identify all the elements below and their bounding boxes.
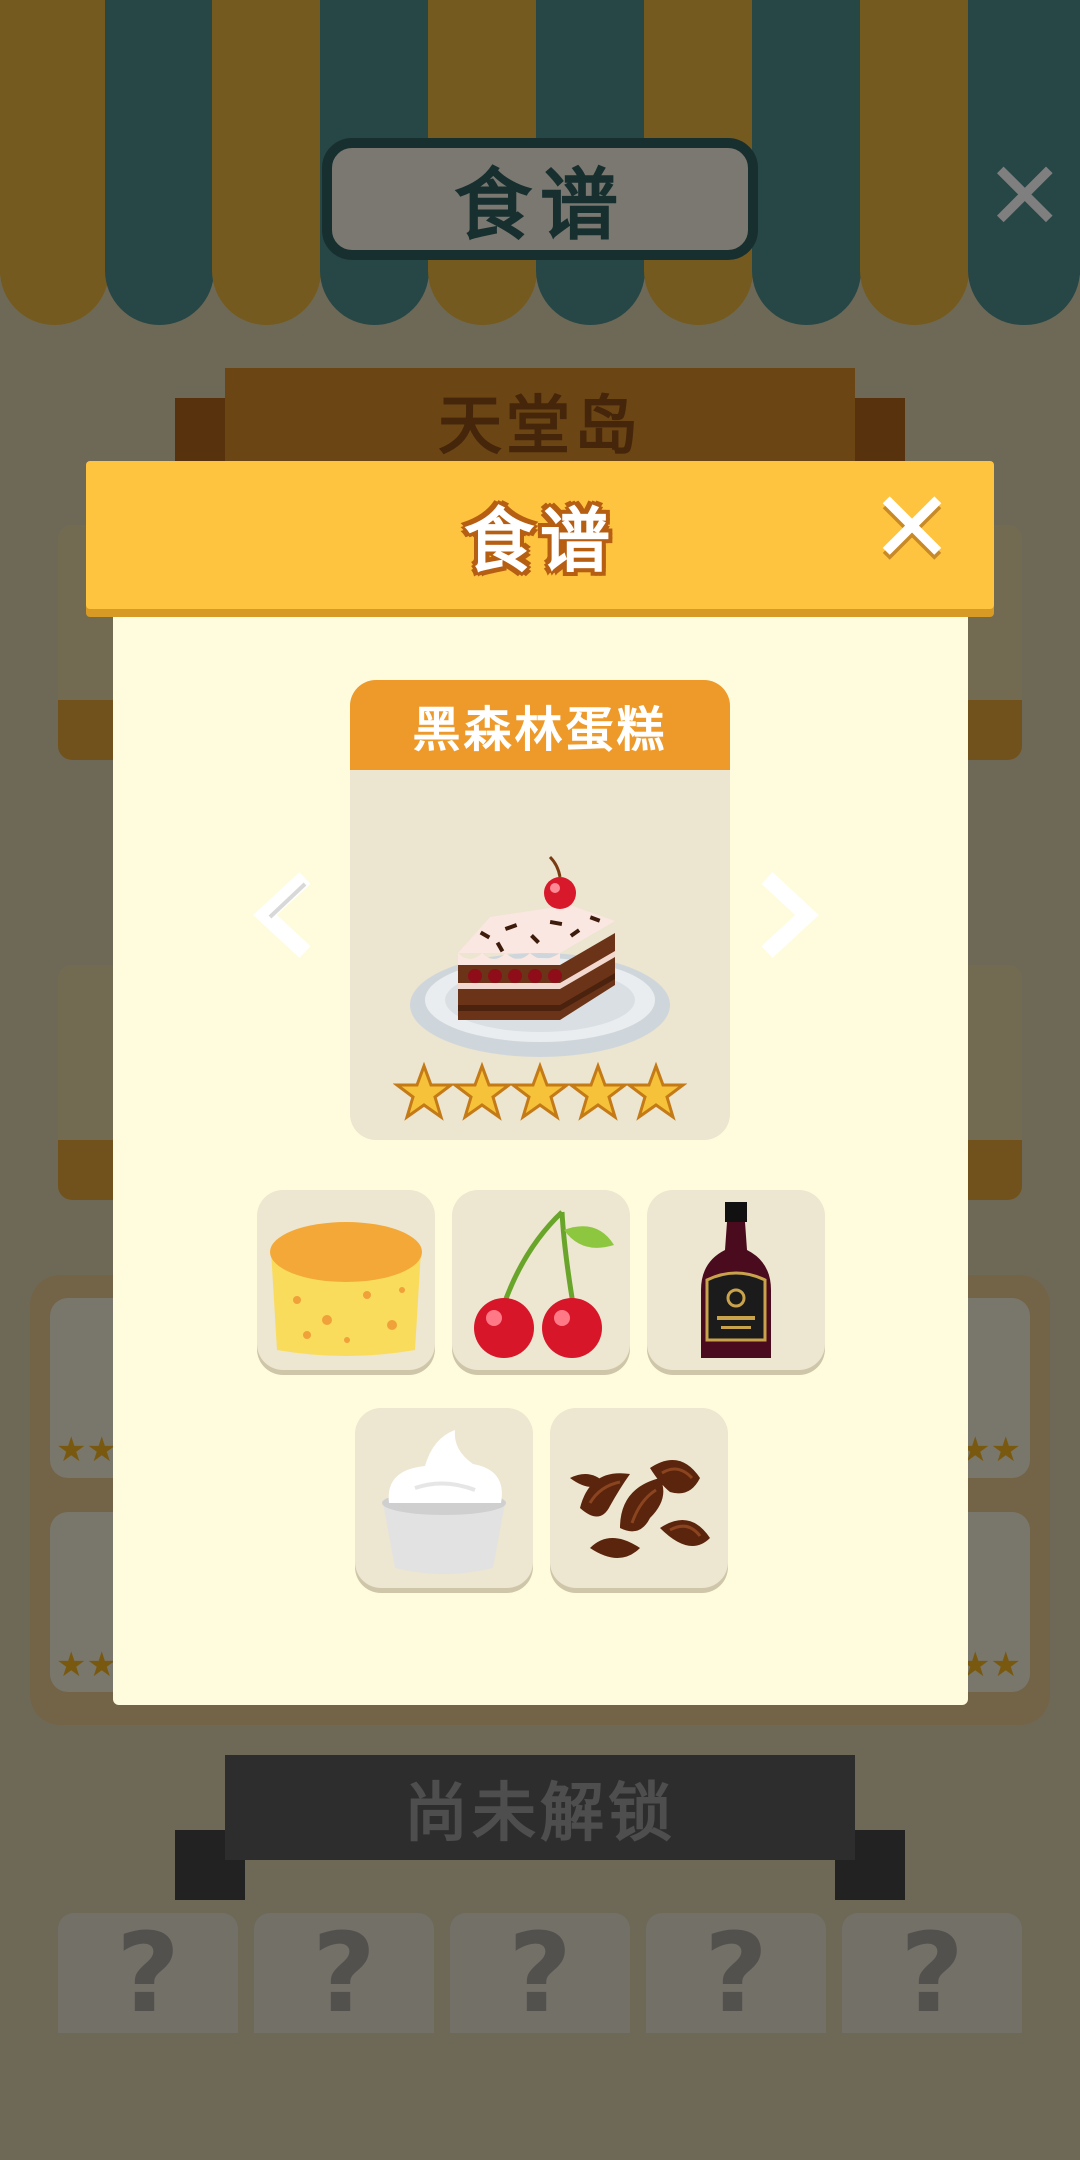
sponge-cake-icon xyxy=(270,1222,422,1356)
dish-name: 黑森林蛋糕 xyxy=(350,680,730,770)
chevron-right-icon xyxy=(761,872,819,958)
star-icon xyxy=(624,1062,687,1121)
ingredient-tile[interactable] xyxy=(355,1408,533,1588)
star-icon xyxy=(566,1062,630,1121)
modal-title: 食谱 xyxy=(464,499,616,582)
liqueur-bottle-icon xyxy=(701,1202,771,1358)
chocolate-shavings-icon xyxy=(570,1460,710,1558)
cherries-icon xyxy=(474,1210,614,1358)
ingredient-tile[interactable] xyxy=(647,1190,825,1370)
star-icon xyxy=(508,1062,572,1121)
prev-arrow-button[interactable] xyxy=(240,860,330,970)
black-forest-cake-icon xyxy=(410,855,670,1057)
next-arrow-button[interactable] xyxy=(742,860,832,970)
ingredient-tile[interactable] xyxy=(550,1408,728,1588)
whipped-cream-icon xyxy=(382,1430,506,1574)
ingredient-tile[interactable] xyxy=(452,1190,630,1370)
star-icon xyxy=(450,1062,514,1121)
ingredient-tile[interactable] xyxy=(257,1190,435,1370)
close-icon[interactable]: ✕ xyxy=(862,478,962,578)
chevron-left-icon xyxy=(253,872,311,958)
star-icon xyxy=(393,1062,456,1121)
dish-rating xyxy=(393,1062,687,1121)
